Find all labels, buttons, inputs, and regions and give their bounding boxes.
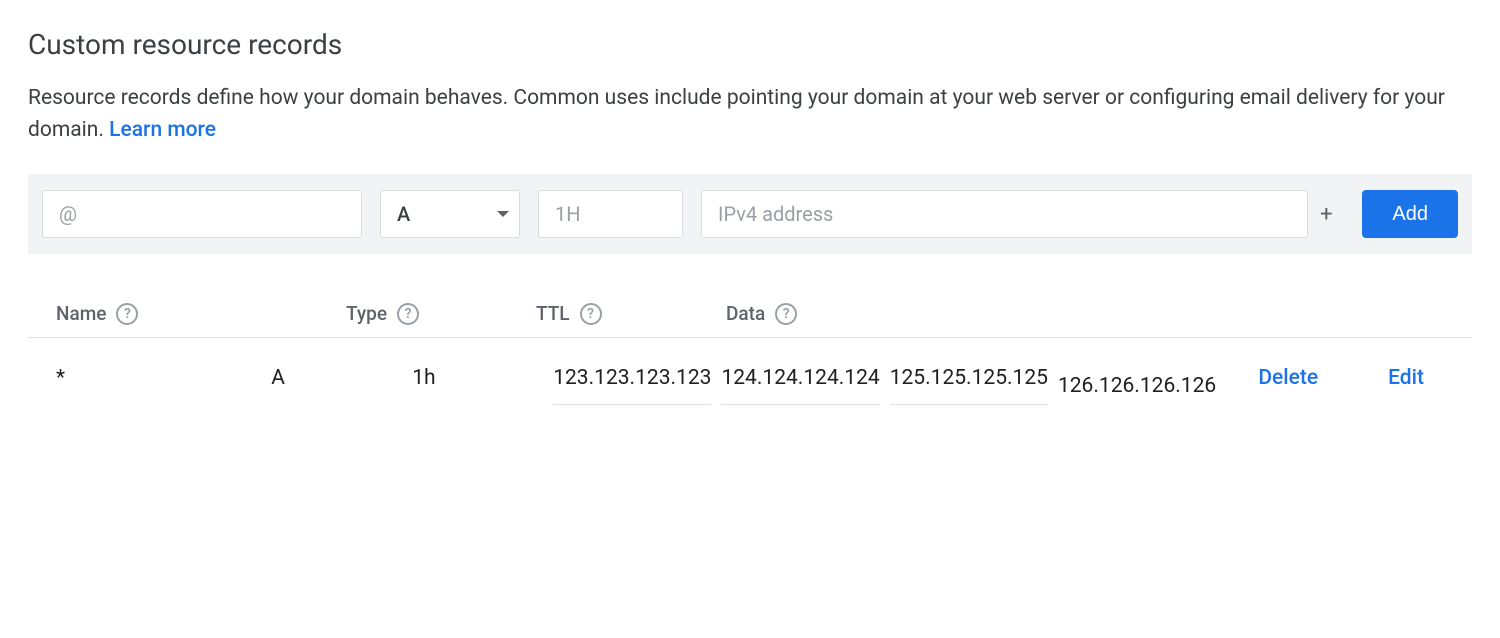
header-data: Data	[726, 302, 765, 325]
record-type-cell: A	[271, 366, 412, 390]
help-icon[interactable]: ?	[775, 303, 797, 325]
help-icon[interactable]: ?	[580, 303, 602, 325]
chevron-down-icon	[497, 211, 509, 217]
record-type-select[interactable]: A	[380, 190, 520, 238]
learn-more-link[interactable]: Learn more	[109, 118, 216, 142]
page-title: Custom resource records	[28, 28, 1472, 61]
header-name: Name	[56, 302, 106, 325]
record-type-value: A	[397, 202, 410, 226]
record-name-input[interactable]: @	[42, 190, 362, 238]
description-text: Resource records define how your domain …	[28, 86, 1445, 142]
table-row: * A 1h 123.123.123.123 124.124.124.124 1…	[28, 338, 1472, 429]
record-data-input[interactable]: IPv4 address	[701, 190, 1308, 238]
record-name-cell: *	[56, 366, 271, 390]
help-icon[interactable]: ?	[116, 303, 138, 325]
page-description: Resource records define how your domain …	[28, 83, 1472, 146]
record-data-value: 123.123.123.123	[553, 366, 711, 405]
record-ttl-cell: 1h	[412, 366, 553, 390]
edit-button[interactable]: Edit	[1388, 366, 1424, 390]
record-data-value: 126.126.126.126	[1058, 374, 1216, 412]
header-ttl: TTL	[536, 302, 570, 325]
records-table: Name ? Type ? TTL ? Data ? * A 1h 123.12…	[28, 290, 1472, 429]
add-record-form: @ A 1H IPv4 address + Add	[28, 174, 1472, 254]
table-headers: Name ? Type ? TTL ? Data ?	[28, 290, 1472, 338]
delete-button[interactable]: Delete	[1258, 366, 1318, 390]
record-data-value: 125.125.125.125	[890, 366, 1048, 405]
add-data-row-button[interactable]: +	[1308, 202, 1344, 227]
header-type: Type	[346, 302, 387, 325]
add-button[interactable]: Add	[1362, 190, 1458, 238]
record-data-value: 124.124.124.124	[721, 366, 879, 405]
record-data-cell: 123.123.123.123 124.124.124.124 125.125.…	[553, 366, 1216, 419]
help-icon[interactable]: ?	[397, 303, 419, 325]
record-ttl-input[interactable]: 1H	[538, 190, 683, 238]
